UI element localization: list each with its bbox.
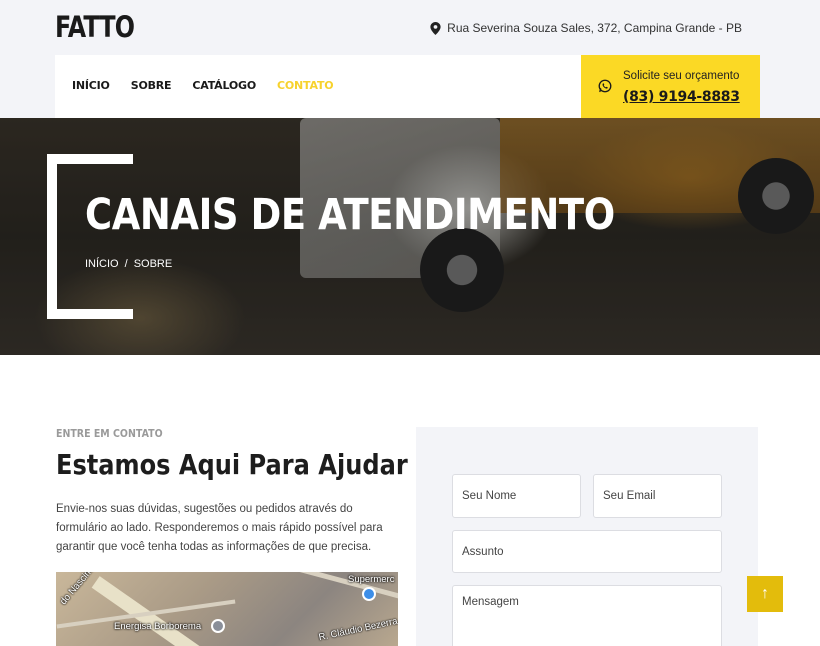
nav-item-catalogo[interactable]: CATÁLOGO [192, 79, 256, 92]
page-title: CANAIS DE ATENDIMENTO [85, 190, 615, 240]
logo[interactable]: FATTO [55, 10, 135, 44]
section-title: Estamos Aqui Para Ajudar [56, 448, 408, 481]
top-header: FATTO Rua Severina Souza Sales, 372, Cam… [0, 0, 820, 118]
quote-label: Solicite seu orçamento [623, 70, 740, 82]
address: Rua Severina Souza Sales, 372, Campina G… [430, 21, 742, 35]
breadcrumb-separator: / [124, 258, 128, 270]
map-shop-icon[interactable] [362, 587, 376, 601]
nav-item-contato[interactable]: CONTATO [277, 79, 334, 92]
scroll-top-button[interactable]: ↑ [747, 576, 783, 612]
main-navbar: INÍCIO SOBRE CATÁLOGO CONTATO Solicite s… [55, 55, 760, 118]
location-map[interactable]: do Nascimento Energisa Borborema Superme… [56, 572, 398, 646]
message-field[interactable] [452, 585, 722, 646]
contact-form [416, 427, 758, 646]
quote-phone-link[interactable]: (83) 9194-8883 [623, 89, 740, 105]
email-field[interactable] [593, 474, 722, 518]
nav-item-sobre[interactable]: SOBRE [131, 79, 172, 92]
section-text: Envie-nos suas dúvidas, sugestões ou ped… [56, 503, 383, 553]
map-label: R. Cláudio Bezerra [317, 615, 398, 644]
section-eyebrow: ENTRE EM CONTATO [56, 428, 163, 440]
nav-item-inicio[interactable]: INÍCIO [72, 79, 110, 92]
address-text: Rua Severina Souza Sales, 372, Campina G… [447, 21, 742, 35]
map-pin-icon [430, 21, 441, 35]
subject-field[interactable] [452, 530, 722, 573]
breadcrumb-sobre: SOBRE [133, 258, 173, 270]
quote-cta[interactable]: Solicite seu orçamento (83) 9194-8883 [581, 55, 760, 118]
whatsapp-icon [598, 79, 612, 93]
name-field[interactable] [452, 474, 581, 518]
arrow-up-icon: ↑ [761, 585, 769, 602]
breadcrumb-inicio[interactable]: INÍCIO [85, 258, 119, 270]
breadcrumb: INÍCIO / SOBRE [85, 258, 172, 270]
map-pin-icon[interactable] [211, 619, 225, 633]
map-label: Energisa Borborema [114, 621, 202, 632]
hero-banner: CANAIS DE ATENDIMENTO INÍCIO / SOBRE [0, 118, 820, 355]
map-label: Supermerc [348, 574, 395, 585]
main-nav: INÍCIO SOBRE CATÁLOGO CONTATO [72, 79, 354, 92]
